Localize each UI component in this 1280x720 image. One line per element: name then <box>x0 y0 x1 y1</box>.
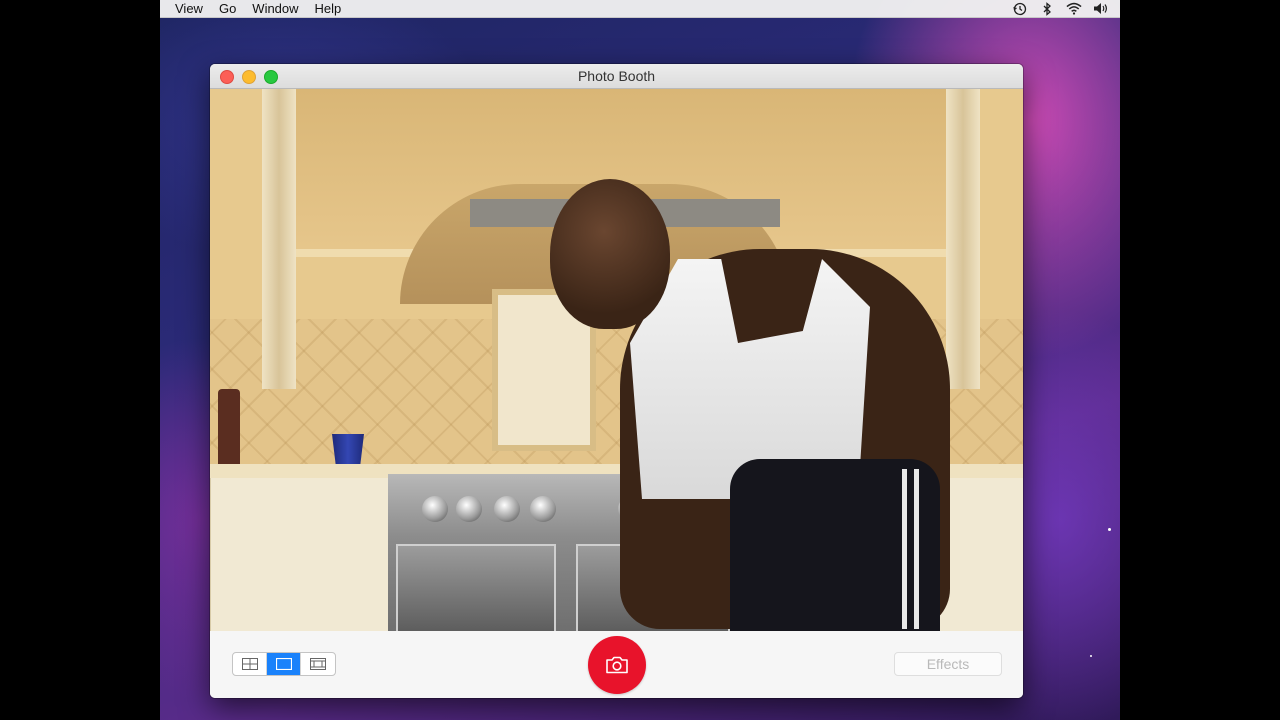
window-title: Photo Booth <box>577 68 656 84</box>
stove-knob <box>456 496 482 522</box>
menu-help[interactable]: Help <box>315 0 342 17</box>
take-photo-button[interactable] <box>588 636 646 694</box>
filmstrip-icon <box>310 658 326 670</box>
bluetooth-icon[interactable] <box>1039 1 1055 16</box>
stove-knob <box>494 496 520 522</box>
camera-icon <box>606 656 628 674</box>
desktop-star <box>1108 528 1111 531</box>
shorts <box>730 459 940 631</box>
column <box>946 89 980 389</box>
single-photo-button[interactable] <box>267 653 301 675</box>
cabinet <box>210 478 389 631</box>
maximize-button[interactable] <box>264 70 278 84</box>
bottle <box>218 389 240 467</box>
menu-go[interactable]: Go <box>219 0 236 17</box>
menu-bar: View Go Window Help <box>160 0 1120 18</box>
layout-mode-control <box>232 652 336 676</box>
four-up-grid-button[interactable] <box>233 653 267 675</box>
single-photo-icon <box>275 658 292 670</box>
oven-door <box>396 544 556 631</box>
title-bar[interactable]: Photo Booth <box>210 64 1023 89</box>
four-up-grid-icon <box>241 658 258 670</box>
bottom-toolbar: Effects <box>210 631 1023 698</box>
menu-view[interactable]: View <box>175 0 203 17</box>
minimize-button[interactable] <box>242 70 256 84</box>
time-machine-icon[interactable] <box>1012 2 1028 16</box>
column <box>262 89 296 389</box>
desktop-star <box>1090 655 1092 657</box>
desktop: View Go Window Help Photo Booth Effects <box>160 0 1120 720</box>
stove-knob <box>530 496 556 522</box>
photo-booth-window: Photo Booth Effects <box>210 64 1023 698</box>
effects-button[interactable]: Effects <box>894 652 1002 676</box>
filmstrip-button[interactable] <box>301 653 335 675</box>
camera-preview <box>210 89 1023 631</box>
wifi-icon[interactable] <box>1066 2 1082 16</box>
close-button[interactable] <box>220 70 234 84</box>
menu-window[interactable]: Window <box>252 0 298 17</box>
volume-icon[interactable] <box>1093 2 1109 16</box>
shorts-stripe <box>902 469 907 629</box>
person-head <box>550 179 670 329</box>
shorts-stripe <box>914 469 919 629</box>
stove-knob <box>422 496 448 522</box>
